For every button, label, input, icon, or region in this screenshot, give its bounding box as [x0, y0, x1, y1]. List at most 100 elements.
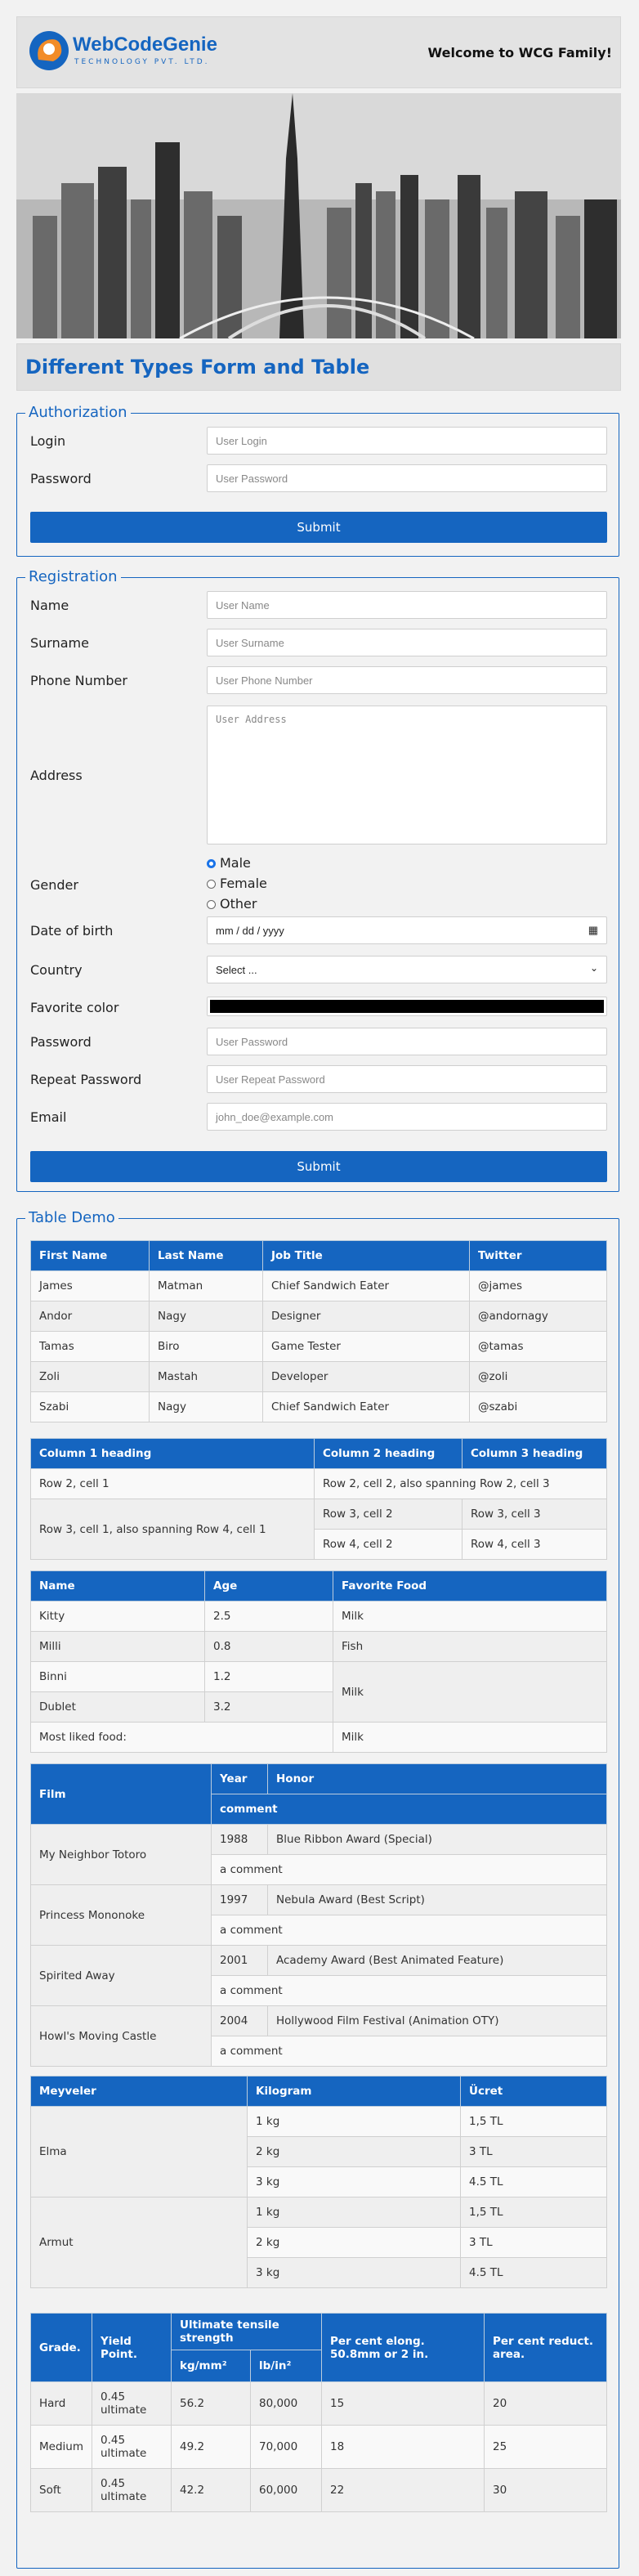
table-cell: 2001: [211, 1945, 268, 1976]
table-cell: 1997: [211, 1884, 268, 1915]
table-cell: Tamas: [30, 1331, 150, 1362]
color-swatch: [210, 1000, 604, 1013]
table-cell: Fish: [333, 1631, 607, 1662]
table-row: Most liked food: Milk: [30, 1722, 607, 1753]
table-cell: Zoli: [30, 1361, 150, 1392]
table-cell: Milli: [30, 1631, 205, 1662]
table-cell: 25: [483, 2425, 608, 2469]
column-header: First Name: [30, 1240, 150, 1271]
chevron-down-icon: ⌄: [589, 962, 598, 974]
table-cell: Developer: [262, 1361, 470, 1392]
fruit-price-table: Meyveler Kilogram Ücret Elma 1 kg 1,5 TL 2…: [30, 2076, 607, 2288]
company-logo[interactable]: WebCodeGenie TECHNOLOGY PVT. LTD.: [27, 29, 223, 76]
site-header: WebCodeGenie TECHNOLOGY PVT. LTD. Welcom…: [16, 16, 621, 88]
table-cell: 56.2: [170, 2381, 251, 2426]
people-table: First Name Last Name Job Title Twitter J…: [30, 1240, 607, 1422]
table-row: Spirited Away 2001 Academy Award (Best Ani…: [30, 1945, 607, 2006]
column-header: Ultimate tensile strength: [170, 2313, 322, 2350]
table-cell: a comment: [211, 1854, 607, 1885]
table-row: Howl's Moving Castle 2004 Hollywood Film F…: [30, 2005, 607, 2067]
gender-option-male[interactable]: Male: [207, 853, 267, 873]
table-cell: Row 4, cell 2: [314, 1529, 462, 1560]
column-header: Name: [30, 1570, 205, 1602]
password-input[interactable]: User Password: [207, 464, 607, 492]
table-cell: 1,5 TL: [460, 2197, 607, 2228]
country-select[interactable]: Select ... ⌄: [207, 956, 607, 983]
repeat-password-input[interactable]: User Repeat Password: [207, 1065, 607, 1093]
gender-option-other[interactable]: Other: [207, 894, 267, 914]
table-cell: 2 kg: [247, 2136, 461, 2167]
reg-password-label: Password: [30, 1034, 92, 1050]
table-cell: 3 kg: [247, 2166, 461, 2197]
table-row: Row 2, cell 1 Row 2, cell 2, also spanni…: [30, 1468, 607, 1499]
table-cell: Chief Sandwich Eater: [262, 1270, 470, 1301]
column-header: Column 1 heading: [30, 1438, 315, 1469]
registration-submit-button[interactable]: Submit: [30, 1151, 607, 1182]
table-cell: Spirited Away: [30, 1945, 212, 2006]
table-cell: Row 4, cell 3: [462, 1529, 607, 1560]
table-cell: Game Tester: [262, 1331, 470, 1362]
table-cell: 80,000: [249, 2381, 322, 2426]
table-row: Andor Nagy Designer @andornagy: [30, 1301, 607, 1332]
table-cell: Biro: [149, 1331, 263, 1362]
table-cell: 2.5: [204, 1601, 333, 1632]
table-row: Szabi Nagy Chief Sandwich Eater @szabi: [30, 1391, 607, 1422]
table-cell: Designer: [262, 1301, 470, 1332]
table-cell: 70,000: [249, 2425, 322, 2469]
authorization-legend: Authorization: [25, 404, 131, 422]
column-header: kg/mm²: [170, 2350, 251, 2382]
table-row: Milli 0.8 Fish: [30, 1631, 607, 1662]
table-cell: Milk: [333, 1722, 607, 1753]
calendar-icon[interactable]: ▦: [588, 924, 598, 937]
table-cell: Binni: [30, 1661, 205, 1692]
films-table: Film Year Honor comment My Neighbor Toto…: [30, 1763, 607, 2067]
login-input[interactable]: User Login: [207, 427, 607, 455]
table-cell: @andornagy: [469, 1301, 607, 1332]
table-cell: 2 kg: [247, 2227, 461, 2258]
dob-input[interactable]: mm / dd / yyyy ▦: [207, 916, 607, 944]
table-cell: Row 2, cell 2, also spanning Row 2, cell…: [314, 1468, 607, 1499]
table-row: Soft 0.45 ultimate 42.2 60,000 22 30: [30, 2468, 608, 2512]
surname-input[interactable]: User Surname: [207, 629, 607, 656]
page-title: Different Types Form and Table: [25, 356, 370, 379]
table-row: Binni 1.2 Milk: [30, 1661, 607, 1723]
phone-input[interactable]: User Phone Number: [207, 666, 607, 694]
column-header: Per cent elong. 50.8mm or 2 in.: [320, 2313, 485, 2382]
table-row: Elma 1 kg 1,5 TL: [30, 2106, 607, 2197]
dob-label: Date of birth: [30, 923, 114, 939]
column-header: lb/in²: [249, 2350, 322, 2382]
table-cell: Kitty: [30, 1601, 205, 1632]
table-cell: @szabi: [469, 1391, 607, 1422]
table-cell: @james: [469, 1270, 607, 1301]
tensile-strength-table: Grade. Yield Point. Ultimate tensile str…: [30, 2313, 608, 2512]
table-demo-legend: Table Demo: [25, 1209, 118, 1227]
table-row: Tamas Biro Game Tester @tamas: [30, 1331, 607, 1362]
table-cell: Andor: [30, 1301, 150, 1332]
gender-option-female[interactable]: Female: [207, 873, 267, 894]
table-cell: Elma: [30, 2106, 248, 2197]
brand-tagline: TECHNOLOGY PVT. LTD.: [74, 58, 210, 66]
column-header: Column 3 heading: [462, 1438, 607, 1469]
email-input[interactable]: john_doe@example.com: [207, 1103, 607, 1131]
repeat-password-label: Repeat Password: [30, 1072, 142, 1087]
gender-radio-group: Male Female Other: [207, 853, 267, 914]
column-header: Column 2 heading: [314, 1438, 462, 1469]
registration-legend: Registration: [25, 568, 121, 586]
table-row: Medium 0.45 ultimate 49.2 70,000 18 25: [30, 2425, 608, 2469]
table-demo-section: Table Demo First Name Last Name Job Titl…: [16, 1209, 619, 2569]
favorite-color-picker[interactable]: [207, 997, 607, 1016]
table-cell: 49.2: [170, 2425, 251, 2469]
name-input[interactable]: User Name: [207, 591, 607, 619]
table-cell: 4.5 TL: [460, 2166, 607, 2197]
column-header: Last Name: [149, 1240, 263, 1271]
authorization-submit-button[interactable]: Submit: [30, 512, 607, 543]
reg-password-input[interactable]: User Password: [207, 1028, 607, 1055]
table-cell: 0.8: [204, 1631, 333, 1662]
column-header: Grade.: [30, 2313, 92, 2382]
table-cell: 20: [483, 2381, 608, 2426]
column-header: Job Title: [262, 1240, 470, 1271]
table-cell: a comment: [211, 2036, 607, 2067]
address-textarea[interactable]: User Address: [207, 706, 607, 844]
column-header: Yield Point.: [91, 2313, 172, 2382]
table-cell: 3 TL: [460, 2136, 607, 2167]
